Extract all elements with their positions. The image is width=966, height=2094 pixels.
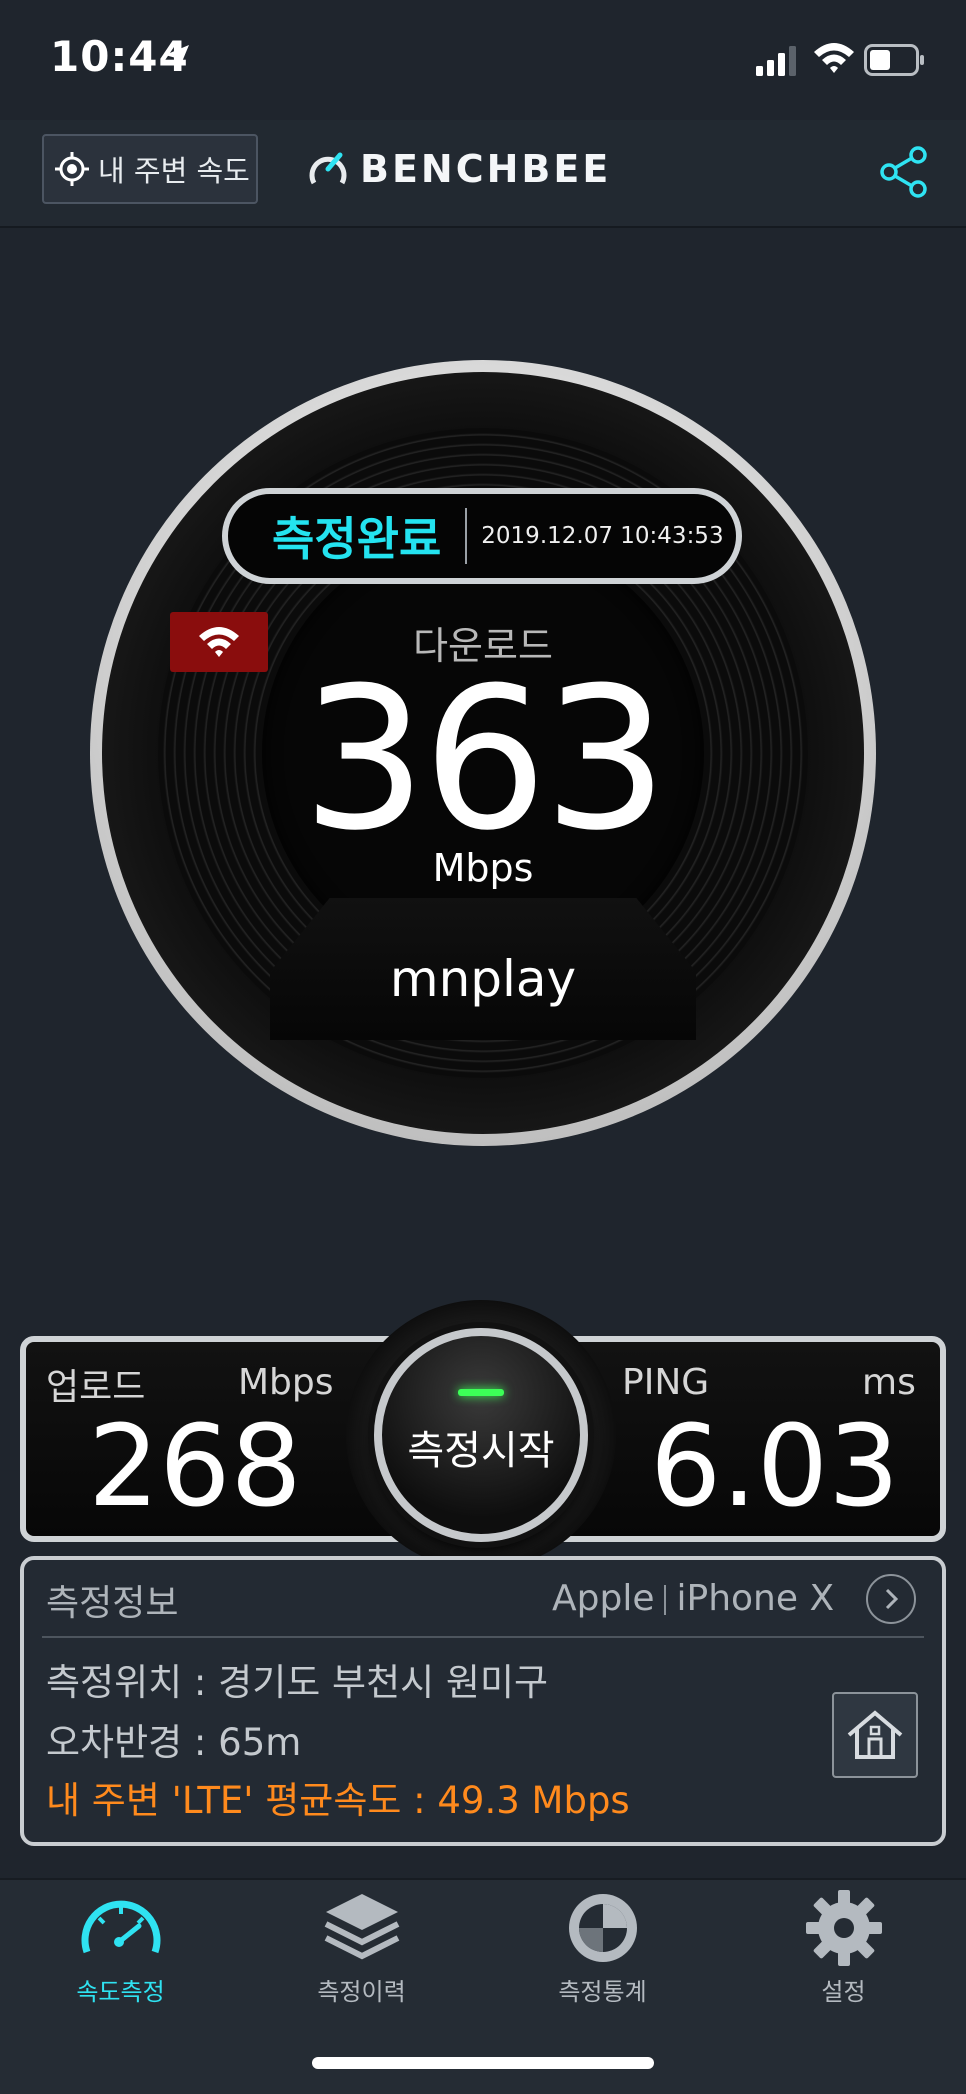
nav-history[interactable]: 측정이력 bbox=[241, 1888, 482, 2008]
error-radius: 오차반경 : 65m bbox=[46, 1721, 302, 1764]
device-info: Apple iPhone X bbox=[552, 1578, 834, 1619]
nearby-speed-label: 내 주변 속도 bbox=[98, 154, 250, 188]
nav-speed-test[interactable]: 속도측정 bbox=[0, 1888, 241, 2008]
layers-icon bbox=[324, 1894, 399, 1960]
brand-logo: BENCHBEE bbox=[306, 144, 611, 194]
pill-divider bbox=[465, 508, 468, 564]
nearby-average-speed: 내 주변 'LTE' 평균속도 : 49.3 Mbps bbox=[46, 1779, 630, 1822]
chevron-right-icon bbox=[885, 1588, 899, 1610]
server-name: mnplay bbox=[389, 950, 577, 1008]
ping-value: 6.03 bbox=[650, 1402, 900, 1532]
upload-unit: Mbps bbox=[238, 1362, 334, 1403]
measurement-location: 측정위치 : 경기도 부천시 원미구 bbox=[46, 1661, 549, 1704]
nav-label: 측정이력 bbox=[317, 1978, 406, 2006]
home-map-button[interactable] bbox=[832, 1692, 918, 1778]
gear-icon bbox=[805, 1890, 882, 1966]
locate-icon bbox=[55, 152, 89, 186]
wifi-status-icon bbox=[814, 43, 854, 73]
ping-label: PING bbox=[622, 1362, 710, 1403]
house-icon bbox=[847, 1710, 903, 1759]
start-measurement-label[interactable]: 측정시작 bbox=[374, 1418, 588, 1476]
nav-label: 속도측정 bbox=[76, 1978, 165, 2006]
nav-label: 설정 bbox=[821, 1978, 866, 2006]
device-detail-button[interactable] bbox=[866, 1574, 916, 1624]
nearby-speed-button[interactable]: 내 주변 속도 bbox=[42, 134, 258, 204]
share-icon[interactable] bbox=[876, 144, 932, 200]
statistics-icon bbox=[568, 1894, 637, 1962]
device-separator bbox=[664, 1585, 667, 1615]
info-title: 측정정보 bbox=[46, 1583, 179, 1624]
benchbee-logo-icon bbox=[309, 152, 347, 185]
download-value: 363 bbox=[301, 646, 668, 874]
speedometer-icon bbox=[81, 1900, 160, 1954]
cellular-signal-icon bbox=[756, 46, 796, 76]
device-brand: Apple bbox=[552, 1578, 655, 1619]
location-arrow-icon bbox=[165, 45, 189, 69]
nav-settings[interactable]: 설정 bbox=[723, 1888, 964, 2008]
result-status-pill: 측정완료 2019.12.07 10:43:53 bbox=[222, 488, 742, 584]
battery-icon bbox=[864, 44, 924, 76]
nav-label: 측정통계 bbox=[558, 1978, 647, 2006]
device-model: iPhone X bbox=[676, 1578, 835, 1619]
measurement-timestamp: 2019.12.07 10:43:53 bbox=[481, 523, 724, 549]
ping-unit: ms bbox=[862, 1362, 916, 1403]
download-unit: Mbps bbox=[432, 846, 534, 890]
measurement-status: 측정완료 bbox=[272, 512, 442, 566]
home-indicator[interactable] bbox=[312, 2057, 654, 2069]
brand-name: BENCHBEE bbox=[360, 147, 612, 191]
nav-statistics[interactable]: 측정통계 bbox=[482, 1888, 723, 2008]
info-divider bbox=[42, 1636, 924, 1638]
upload-value: 268 bbox=[88, 1402, 302, 1532]
start-indicator-led bbox=[458, 1389, 504, 1396]
